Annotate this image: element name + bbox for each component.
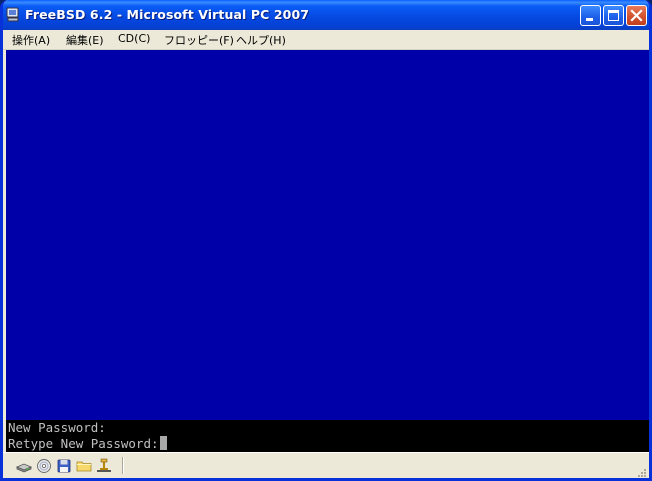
close-icon <box>630 9 643 22</box>
menu-floppy[interactable]: フロッピー(F) <box>164 32 234 48</box>
maximize-button[interactable] <box>603 5 624 26</box>
close-button[interactable] <box>626 5 647 26</box>
menu-help[interactable]: ヘルプ(H) <box>236 32 286 48</box>
menu-action[interactable]: 操作(A) <box>12 32 50 48</box>
shared-folder-icon[interactable] <box>76 458 92 474</box>
console-line-retype-password: Retype New Password: <box>8 436 167 452</box>
text-cursor <box>159 436 167 450</box>
resize-grip-icon[interactable] <box>635 465 647 477</box>
virtual-pc-window: FreeBSD 6.2 - Microsoft Virtual PC 2007 … <box>0 0 652 481</box>
window-title: FreeBSD 6.2 - Microsoft Virtual PC 2007 <box>25 7 310 22</box>
hard-disk-icon[interactable] <box>15 458 33 474</box>
maximize-icon <box>608 10 619 21</box>
vm-display[interactable] <box>6 50 649 420</box>
title-bar[interactable]: FreeBSD 6.2 - Microsoft Virtual PC 2007 <box>3 0 649 30</box>
menu-bar: 操作(A) 編集(E) CD(C) フロッピー(F) ヘルプ(H) <box>3 30 649 50</box>
status-bar <box>3 452 649 478</box>
minimize-icon <box>586 18 593 21</box>
console-line-new-password: New Password: <box>8 420 106 435</box>
minimize-button[interactable] <box>580 5 601 26</box>
cd-drive-icon[interactable] <box>36 458 52 474</box>
menu-edit[interactable]: 編集(E) <box>66 32 104 48</box>
menu-cd[interactable]: CD(C) <box>118 32 150 45</box>
virtual-pc-app-icon[interactable] <box>6 7 20 23</box>
network-icon[interactable] <box>96 458 112 474</box>
floppy-disk-icon[interactable] <box>56 458 72 474</box>
vm-console[interactable]: New Password: Retype New Password: <box>6 420 649 452</box>
status-separator <box>122 457 124 474</box>
